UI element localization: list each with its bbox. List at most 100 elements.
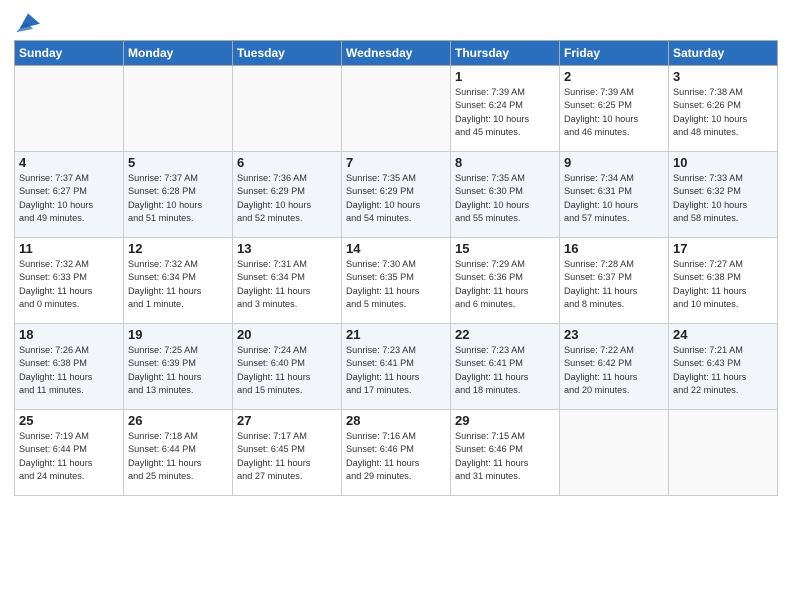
calendar-cell: 24 Sunrise: 7:21 AM Sunset: 6:43 PM Dayli… bbox=[669, 324, 778, 410]
calendar-cell: 28 Sunrise: 7:16 AM Sunset: 6:46 PM Dayli… bbox=[342, 410, 451, 496]
day-info: Sunrise: 7:33 AM Sunset: 6:32 PM Dayligh… bbox=[673, 172, 773, 225]
calendar-cell: 29 Sunrise: 7:15 AM Sunset: 6:46 PM Dayli… bbox=[451, 410, 560, 496]
calendar-cell: 15 Sunrise: 7:29 AM Sunset: 6:36 PM Dayli… bbox=[451, 238, 560, 324]
calendar-cell: 21 Sunrise: 7:23 AM Sunset: 6:41 PM Dayli… bbox=[342, 324, 451, 410]
day-number: 16 bbox=[564, 241, 664, 256]
calendar-cell bbox=[233, 66, 342, 152]
calendar-cell: 4Sunrise: 7:37 AM Sunset: 6:27 PM Daylig… bbox=[15, 152, 124, 238]
day-info: Sunrise: 7:18 AM Sunset: 6:44 PM Dayligh… bbox=[128, 430, 228, 483]
calendar-table: SundayMondayTuesdayWednesdayThursdayFrid… bbox=[14, 40, 778, 496]
calendar-cell bbox=[342, 66, 451, 152]
day-info: Sunrise: 7:25 AM Sunset: 6:39 PM Dayligh… bbox=[128, 344, 228, 397]
day-number: 26 bbox=[128, 413, 228, 428]
week-row-3: 11Sunrise: 7:32 AM Sunset: 6:33 PM Dayli… bbox=[15, 238, 778, 324]
calendar-cell: 5 Sunrise: 7:37 AM Sunset: 6:28 PM Daylig… bbox=[124, 152, 233, 238]
weekday-wednesday: Wednesday bbox=[342, 41, 451, 66]
logo bbox=[14, 10, 40, 34]
calendar-cell: 10 Sunrise: 7:33 AM Sunset: 6:32 PM Dayli… bbox=[669, 152, 778, 238]
day-number: 8 bbox=[455, 155, 555, 170]
day-number: 22 bbox=[455, 327, 555, 342]
day-number: 7 bbox=[346, 155, 446, 170]
calendar-cell bbox=[669, 410, 778, 496]
day-number: 20 bbox=[237, 327, 337, 342]
day-info: Sunrise: 7:39 AM Sunset: 6:24 PM Dayligh… bbox=[455, 86, 555, 139]
day-info: Sunrise: 7:31 AM Sunset: 6:34 PM Dayligh… bbox=[237, 258, 337, 311]
day-number: 6 bbox=[237, 155, 337, 170]
day-number: 2 bbox=[564, 69, 664, 84]
day-number: 21 bbox=[346, 327, 446, 342]
calendar-cell: 14 Sunrise: 7:30 AM Sunset: 6:35 PM Dayli… bbox=[342, 238, 451, 324]
weekday-header-row: SundayMondayTuesdayWednesdayThursdayFrid… bbox=[15, 41, 778, 66]
day-number: 28 bbox=[346, 413, 446, 428]
day-number: 1 bbox=[455, 69, 555, 84]
calendar-cell: 18Sunrise: 7:26 AM Sunset: 6:38 PM Dayli… bbox=[15, 324, 124, 410]
calendar-cell: 3Sunrise: 7:38 AM Sunset: 6:26 PM Daylig… bbox=[669, 66, 778, 152]
calendar-cell: 17 Sunrise: 7:27 AM Sunset: 6:38 PM Dayli… bbox=[669, 238, 778, 324]
day-number: 27 bbox=[237, 413, 337, 428]
calendar-cell bbox=[124, 66, 233, 152]
day-info: Sunrise: 7:35 AM Sunset: 6:29 PM Dayligh… bbox=[346, 172, 446, 225]
day-info: Sunrise: 7:28 AM Sunset: 6:37 PM Dayligh… bbox=[564, 258, 664, 311]
weekday-tuesday: Tuesday bbox=[233, 41, 342, 66]
calendar-cell: 11Sunrise: 7:32 AM Sunset: 6:33 PM Dayli… bbox=[15, 238, 124, 324]
calendar-cell: 13 Sunrise: 7:31 AM Sunset: 6:34 PM Dayli… bbox=[233, 238, 342, 324]
calendar-cell: 23 Sunrise: 7:22 AM Sunset: 6:42 PM Dayli… bbox=[560, 324, 669, 410]
calendar-cell: 6Sunrise: 7:36 AM Sunset: 6:29 PM Daylig… bbox=[233, 152, 342, 238]
day-info: Sunrise: 7:35 AM Sunset: 6:30 PM Dayligh… bbox=[455, 172, 555, 225]
day-info: Sunrise: 7:38 AM Sunset: 6:26 PM Dayligh… bbox=[673, 86, 773, 139]
calendar-cell: 1 Sunrise: 7:39 AM Sunset: 6:24 PM Daylig… bbox=[451, 66, 560, 152]
calendar-cell: 26 Sunrise: 7:18 AM Sunset: 6:44 PM Dayli… bbox=[124, 410, 233, 496]
day-info: Sunrise: 7:17 AM Sunset: 6:45 PM Dayligh… bbox=[237, 430, 337, 483]
calendar-cell: 9 Sunrise: 7:34 AM Sunset: 6:31 PM Daylig… bbox=[560, 152, 669, 238]
day-number: 15 bbox=[455, 241, 555, 256]
calendar-cell: 2 Sunrise: 7:39 AM Sunset: 6:25 PM Daylig… bbox=[560, 66, 669, 152]
calendar-cell: 27 Sunrise: 7:17 AM Sunset: 6:45 PM Dayli… bbox=[233, 410, 342, 496]
week-row-2: 4Sunrise: 7:37 AM Sunset: 6:27 PM Daylig… bbox=[15, 152, 778, 238]
calendar-cell: 8 Sunrise: 7:35 AM Sunset: 6:30 PM Daylig… bbox=[451, 152, 560, 238]
day-info: Sunrise: 7:37 AM Sunset: 6:28 PM Dayligh… bbox=[128, 172, 228, 225]
day-number: 17 bbox=[673, 241, 773, 256]
day-info: Sunrise: 7:32 AM Sunset: 6:34 PM Dayligh… bbox=[128, 258, 228, 311]
day-number: 24 bbox=[673, 327, 773, 342]
day-number: 29 bbox=[455, 413, 555, 428]
day-number: 5 bbox=[128, 155, 228, 170]
weekday-friday: Friday bbox=[560, 41, 669, 66]
week-row-1: 1 Sunrise: 7:39 AM Sunset: 6:24 PM Daylig… bbox=[15, 66, 778, 152]
day-info: Sunrise: 7:27 AM Sunset: 6:38 PM Dayligh… bbox=[673, 258, 773, 311]
week-row-5: 25 Sunrise: 7:19 AM Sunset: 6:44 PM Dayli… bbox=[15, 410, 778, 496]
weekday-sunday: Sunday bbox=[15, 41, 124, 66]
day-info: Sunrise: 7:16 AM Sunset: 6:46 PM Dayligh… bbox=[346, 430, 446, 483]
day-info: Sunrise: 7:21 AM Sunset: 6:43 PM Dayligh… bbox=[673, 344, 773, 397]
calendar-cell: 7 Sunrise: 7:35 AM Sunset: 6:29 PM Daylig… bbox=[342, 152, 451, 238]
day-number: 4 bbox=[19, 155, 119, 170]
logo-icon bbox=[16, 10, 40, 34]
day-info: Sunrise: 7:29 AM Sunset: 6:36 PM Dayligh… bbox=[455, 258, 555, 311]
calendar-cell bbox=[560, 410, 669, 496]
weekday-saturday: Saturday bbox=[669, 41, 778, 66]
page: SundayMondayTuesdayWednesdayThursdayFrid… bbox=[0, 0, 792, 612]
day-info: Sunrise: 7:23 AM Sunset: 6:41 PM Dayligh… bbox=[455, 344, 555, 397]
calendar-cell bbox=[15, 66, 124, 152]
day-number: 13 bbox=[237, 241, 337, 256]
day-info: Sunrise: 7:34 AM Sunset: 6:31 PM Dayligh… bbox=[564, 172, 664, 225]
weekday-monday: Monday bbox=[124, 41, 233, 66]
day-number: 14 bbox=[346, 241, 446, 256]
day-info: Sunrise: 7:19 AM Sunset: 6:44 PM Dayligh… bbox=[19, 430, 119, 483]
day-info: Sunrise: 7:30 AM Sunset: 6:35 PM Dayligh… bbox=[346, 258, 446, 311]
week-row-4: 18Sunrise: 7:26 AM Sunset: 6:38 PM Dayli… bbox=[15, 324, 778, 410]
day-info: Sunrise: 7:23 AM Sunset: 6:41 PM Dayligh… bbox=[346, 344, 446, 397]
day-number: 12 bbox=[128, 241, 228, 256]
day-info: Sunrise: 7:24 AM Sunset: 6:40 PM Dayligh… bbox=[237, 344, 337, 397]
calendar-cell: 22 Sunrise: 7:23 AM Sunset: 6:41 PM Dayli… bbox=[451, 324, 560, 410]
calendar-cell: 12 Sunrise: 7:32 AM Sunset: 6:34 PM Dayli… bbox=[124, 238, 233, 324]
day-number: 23 bbox=[564, 327, 664, 342]
day-number: 9 bbox=[564, 155, 664, 170]
day-number: 25 bbox=[19, 413, 119, 428]
calendar-cell: 20 Sunrise: 7:24 AM Sunset: 6:40 PM Dayli… bbox=[233, 324, 342, 410]
day-info: Sunrise: 7:22 AM Sunset: 6:42 PM Dayligh… bbox=[564, 344, 664, 397]
day-info: Sunrise: 7:15 AM Sunset: 6:46 PM Dayligh… bbox=[455, 430, 555, 483]
day-number: 18 bbox=[19, 327, 119, 342]
day-number: 19 bbox=[128, 327, 228, 342]
day-info: Sunrise: 7:39 AM Sunset: 6:25 PM Dayligh… bbox=[564, 86, 664, 139]
day-number: 10 bbox=[673, 155, 773, 170]
